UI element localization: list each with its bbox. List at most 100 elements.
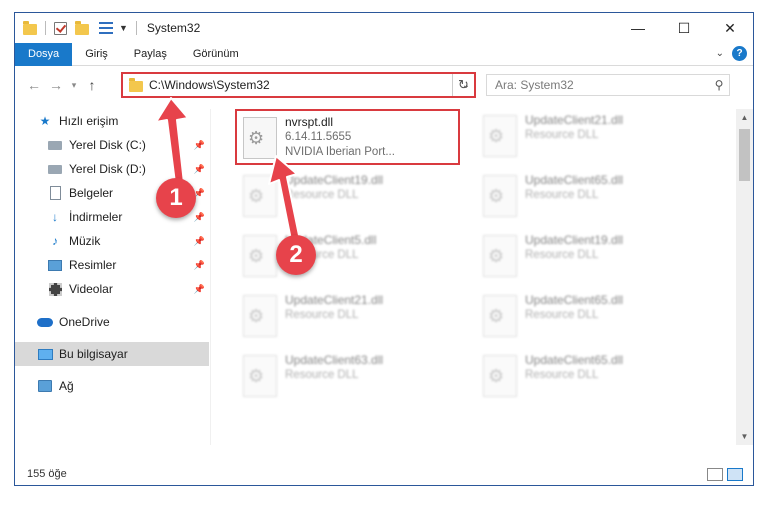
- minimize-button[interactable]: —: [615, 13, 661, 43]
- dll-file-icon: [243, 117, 277, 159]
- sidebar-item-label: Bu bilgisayar: [59, 347, 128, 361]
- sidebar-item-onedrive[interactable]: OneDrive: [15, 310, 209, 334]
- file-item[interactable]: UpdateClient63.dll Resource DLL: [237, 349, 462, 405]
- sidebar-item-label: Yerel Disk (C:): [69, 138, 146, 152]
- chevron-down-icon[interactable]: ⌄: [716, 48, 724, 59]
- sidebar-item-label: Müzik: [69, 234, 101, 248]
- item-count: 155 öğe: [27, 468, 67, 480]
- scrollbar-thumb[interactable]: [739, 129, 750, 181]
- sidebar-item-network[interactable]: Ağ: [15, 374, 209, 398]
- large-icons-view-icon[interactable]: [727, 468, 743, 481]
- sidebar-item-this-pc[interactable]: Bu bilgisayar: [15, 342, 209, 366]
- properties-check-icon[interactable]: [54, 21, 67, 35]
- pin-icon[interactable]: 📌: [194, 164, 205, 175]
- folder-icon: [23, 20, 37, 35]
- explorer-window: ▼ System32 — ☐ ✕ Dosya Giriş Paylaş Görü…: [14, 12, 754, 486]
- file-item[interactable]: UpdateClient19.dll Resource DLL: [237, 169, 462, 225]
- file-list: nvrspt.dll 6.14.11.5655 NVIDIA Iberian P…: [215, 109, 725, 445]
- folder-icon: [129, 77, 143, 92]
- file-item[interactable]: UpdateClient65.dll Resource DLL: [477, 289, 702, 345]
- pin-icon[interactable]: 📌: [194, 140, 205, 151]
- dll-file-icon: [243, 355, 277, 397]
- tab-share[interactable]: Paylaş: [121, 43, 180, 66]
- drive-icon: [48, 140, 62, 150]
- sidebar-item-label: Resimler: [69, 258, 117, 272]
- search-box[interactable]: Ara: System32 ⚲: [486, 74, 730, 96]
- step-1-badge: 1: [156, 178, 196, 218]
- sidebar-item-videos[interactable]: Videolar 📌: [15, 277, 209, 301]
- ribbon-tabs: Dosya Giriş Paylaş Görünüm ⌄ ?: [15, 42, 753, 66]
- dll-file-icon: [243, 175, 277, 217]
- step-2-badge: 2: [276, 235, 316, 275]
- up-button[interactable]: ↑: [81, 77, 103, 93]
- sidebar-item-music[interactable]: ♪ Müzik 📌: [15, 229, 209, 253]
- forward-button[interactable]: →: [45, 77, 67, 93]
- tab-file[interactable]: Dosya: [15, 42, 73, 66]
- properties-icon[interactable]: [99, 22, 113, 34]
- file-name: UpdateClient65.dll: [525, 293, 624, 307]
- separator: [135, 21, 137, 35]
- details-view-icon[interactable]: [707, 468, 723, 481]
- ribbon-right: ⌄ ?: [716, 46, 747, 61]
- pin-icon[interactable]: 📌: [194, 284, 205, 295]
- network-icon: [38, 380, 52, 392]
- customize-toolbar-dropdown-icon[interactable]: ▼: [119, 23, 128, 33]
- file-description: Resource DLL: [525, 129, 599, 141]
- vertical-scrollbar[interactable]: ▲ ▼: [736, 109, 753, 445]
- close-button[interactable]: ✕: [707, 13, 753, 43]
- address-bar[interactable]: C:\Windows\System32 ⌄: [121, 72, 476, 98]
- scroll-up-icon[interactable]: ▲: [736, 109, 753, 126]
- file-item[interactable]: UpdateClient21.dll Resource DLL: [237, 289, 462, 345]
- file-item[interactable]: UpdateClient5.dll Resource DLL: [237, 229, 462, 285]
- pin-icon[interactable]: 📌: [194, 260, 205, 271]
- navigation-pane: ★ Hızlı erişim Yerel Disk (C:) 📌 Yerel D…: [15, 109, 211, 445]
- file-description: NVIDIA Iberian Port...: [285, 146, 395, 158]
- back-button[interactable]: ←: [23, 77, 45, 93]
- sidebar-item-pictures[interactable]: Resimler 📌: [15, 253, 209, 277]
- tab-home[interactable]: Giriş: [72, 43, 121, 66]
- tab-view[interactable]: Görünüm: [180, 43, 252, 66]
- new-folder-icon[interactable]: [75, 20, 89, 35]
- file-name: UpdateClient19.dll: [525, 233, 624, 247]
- dll-file-icon: [483, 295, 517, 337]
- status-bar: 155 öğe: [15, 463, 753, 485]
- computer-icon: [37, 348, 53, 360]
- file-item-nvrspt[interactable]: nvrspt.dll 6.14.11.5655 NVIDIA Iberian P…: [235, 109, 460, 165]
- file-name: UpdateClient21.dll: [285, 293, 384, 307]
- navigation-bar: ← → ▾ ↑ C:\Windows\System32 ⌄ ↻ Ara: Sys…: [15, 66, 753, 104]
- search-icon[interactable]: ⚲: [709, 78, 729, 92]
- recent-locations-dropdown[interactable]: ▾: [67, 80, 81, 91]
- music-icon: ♪: [52, 234, 58, 248]
- file-version: 6.14.11.5655: [285, 131, 352, 143]
- address-path[interactable]: C:\Windows\System32: [149, 78, 458, 92]
- file-item[interactable]: UpdateClient21.dll Resource DLL: [477, 109, 702, 165]
- file-name: UpdateClient19.dll: [285, 173, 384, 187]
- sidebar-item-label: Ağ: [59, 379, 74, 393]
- search-input[interactable]: Ara: System32: [495, 78, 709, 92]
- window-controls: — ☐ ✕: [615, 13, 753, 43]
- file-description: Resource DLL: [285, 309, 359, 321]
- file-name: nvrspt.dll: [285, 115, 334, 129]
- sidebar-item-local-disk-c[interactable]: Yerel Disk (C:) 📌: [15, 133, 209, 157]
- dll-file-icon: [243, 235, 277, 277]
- cloud-icon: [37, 317, 53, 327]
- sidebar-item-quick-access[interactable]: ★ Hızlı erişim: [15, 109, 209, 133]
- file-item[interactable]: UpdateClient65.dll Resource DLL: [477, 169, 702, 225]
- videos-icon: [48, 282, 62, 296]
- file-description: Resource DLL: [525, 249, 599, 261]
- title-bar: ▼ System32 — ☐ ✕: [15, 13, 753, 43]
- pin-icon[interactable]: 📌: [194, 236, 205, 247]
- help-icon[interactable]: ?: [732, 46, 747, 61]
- sidebar-item-label: Belgeler: [69, 186, 114, 200]
- pin-icon[interactable]: 📌: [194, 212, 205, 223]
- file-item[interactable]: UpdateClient65.dll Resource DLL: [477, 349, 702, 405]
- dll-file-icon: [243, 295, 277, 337]
- file-item[interactable]: UpdateClient19.dll Resource DLL: [477, 229, 702, 285]
- sidebar-item-label: Videolar: [69, 282, 113, 296]
- sidebar-item-label: Yerel Disk (D:): [69, 162, 146, 176]
- refresh-button[interactable]: ↻: [452, 74, 474, 96]
- scroll-down-icon[interactable]: ▼: [736, 428, 753, 445]
- star-icon: ★: [39, 114, 51, 128]
- file-description: Resource DLL: [285, 189, 359, 201]
- maximize-button[interactable]: ☐: [661, 13, 707, 43]
